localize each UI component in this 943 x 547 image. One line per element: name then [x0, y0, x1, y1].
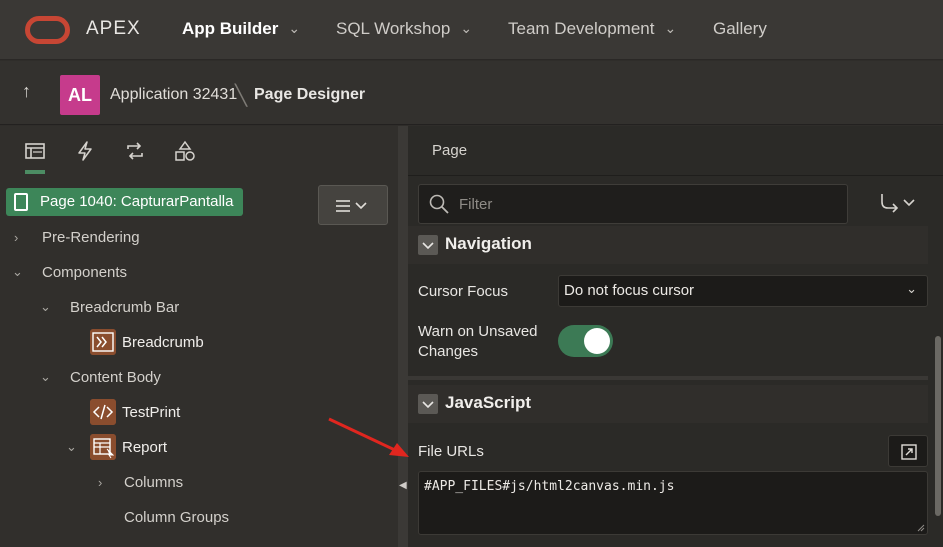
chevron-down-icon[interactable]: ⌄ — [12, 264, 23, 280]
chevron-down-icon: ⌄ — [460, 20, 473, 36]
toggle-knob — [584, 328, 610, 354]
tab-page[interactable]: Page — [432, 142, 467, 159]
avatar[interactable]: AL — [60, 75, 100, 115]
file-urls-label: File URLs — [418, 443, 484, 460]
open-in-dialog-icon — [901, 444, 917, 460]
rendering-icon[interactable] — [24, 140, 46, 162]
cursor-focus-select[interactable]: Do not focus cursor ⌄ — [558, 275, 928, 307]
warn-unsaved-label-line1: Warn on Unsaved — [418, 323, 538, 340]
up-arrow-icon[interactable]: ↑ — [22, 81, 31, 102]
search-icon — [429, 194, 449, 214]
cursor-focus-value: Do not focus cursor — [564, 282, 695, 299]
collapse-section-icon[interactable] — [418, 235, 438, 255]
oracle-logo[interactable] — [25, 16, 70, 44]
tree-item-column-groups[interactable]: Column Groups — [124, 509, 229, 526]
nav-sql-workshop[interactable]: SQL Workshop ⌄ — [336, 19, 472, 39]
static-content-icon — [90, 399, 116, 425]
tree-item-columns[interactable]: Columns — [124, 474, 183, 491]
page-node[interactable]: Page 1040: CapturarPantalla — [6, 188, 244, 216]
scrollbar[interactable] — [935, 336, 941, 516]
breadcrumb-region-icon — [90, 329, 116, 355]
breadcrumb-separator: ╲ — [235, 85, 248, 107]
nav-gallery[interactable]: Gallery — [713, 19, 767, 39]
breadcrumb: ↑ AL Application 32431 ╲ Page Designer — [0, 61, 943, 125]
section-javascript-title: JavaScript — [445, 393, 531, 412]
report-region-icon — [90, 434, 116, 460]
file-urls-value: #APP_FILES#js/html2canvas.min.js — [424, 479, 675, 494]
tree-menu-button[interactable] — [318, 185, 388, 225]
chevron-down-icon: ⌄ — [664, 20, 677, 36]
active-tab-indicator — [25, 170, 45, 174]
tree-item-content-body[interactable]: Content Body — [70, 369, 161, 386]
nav-app-builder-label: App Builder — [182, 19, 279, 38]
chevron-down-icon[interactable]: ⌄ — [66, 439, 77, 455]
expand-editor-button[interactable] — [888, 435, 928, 467]
annotation-arrow — [328, 417, 409, 457]
cursor-focus-label: Cursor Focus — [418, 283, 509, 300]
tree-item-pre-rendering[interactable]: Pre-Rendering — [42, 229, 140, 246]
processing-icon[interactable] — [124, 140, 146, 162]
chevron-right-icon[interactable]: › — [98, 475, 102, 490]
apex-brand[interactable]: APEX — [86, 18, 141, 40]
section-navigation[interactable]: Navigation — [408, 226, 928, 264]
warn-unsaved-label: Warn on Unsaved Changes — [418, 322, 538, 362]
top-navigation-bar: APEX App Builder ⌄ SQL Workshop ⌄ Team Dev… — [0, 0, 943, 60]
section-javascript[interactable]: JavaScript — [408, 385, 928, 423]
nav-app-builder[interactable]: App Builder ⌄ — [182, 19, 300, 39]
warn-unsaved-toggle[interactable] — [558, 325, 613, 357]
section-divider — [408, 376, 928, 380]
rendering-tree-pane: Page 1040: CapturarPantalla › Pre-Render… — [0, 126, 398, 547]
page-title: Page Designer — [254, 86, 366, 103]
filter-input[interactable]: Filter — [418, 184, 848, 224]
chevron-down-icon: ⌄ — [906, 281, 917, 296]
chevron-right-icon[interactable]: › — [14, 230, 18, 245]
tree-item-testprint[interactable]: TestPrint — [122, 404, 180, 421]
collapse-section-icon[interactable] — [418, 394, 438, 414]
tree-item-components[interactable]: Components — [42, 264, 127, 281]
breadcrumb-application[interactable]: Application 32431 — [110, 86, 237, 104]
nav-team-development[interactable]: Team Development ⌄ — [508, 19, 676, 39]
tree-item-breadcrumb[interactable]: Breadcrumb — [122, 334, 204, 351]
chevron-down-icon[interactable]: ⌄ — [40, 369, 51, 385]
section-navigation-title: Navigation — [445, 234, 532, 253]
resize-handle-icon[interactable] — [917, 524, 925, 532]
page-icon — [14, 193, 28, 211]
collapse-left-icon[interactable]: ◀ — [399, 480, 407, 491]
tab-divider — [408, 175, 943, 176]
file-urls-textarea[interactable]: #APP_FILES#js/html2canvas.min.js — [418, 471, 928, 535]
property-editor-pane: Page Filter Navigation Cursor Focus Do n… — [408, 126, 943, 547]
shared-components-icon[interactable] — [174, 140, 196, 162]
nav-team-development-label: Team Development — [508, 19, 655, 38]
hamburger-menu-icon — [336, 200, 367, 212]
filter-placeholder: Filter — [459, 196, 493, 213]
nav-sql-workshop-label: SQL Workshop — [336, 19, 451, 38]
chevron-down-icon[interactable]: ⌄ — [40, 299, 51, 315]
go-to-group-icon[interactable] — [878, 192, 918, 216]
tree-item-report[interactable]: Report — [122, 439, 167, 456]
page-node-label: Page 1040: CapturarPantalla — [40, 193, 234, 210]
nav-gallery-label: Gallery — [713, 19, 767, 38]
dynamic-actions-icon[interactable] — [74, 140, 96, 162]
tree-item-breadcrumb-bar[interactable]: Breadcrumb Bar — [70, 299, 179, 316]
warn-unsaved-label-line2: Changes — [418, 343, 479, 360]
chevron-down-icon: ⌄ — [288, 20, 301, 36]
